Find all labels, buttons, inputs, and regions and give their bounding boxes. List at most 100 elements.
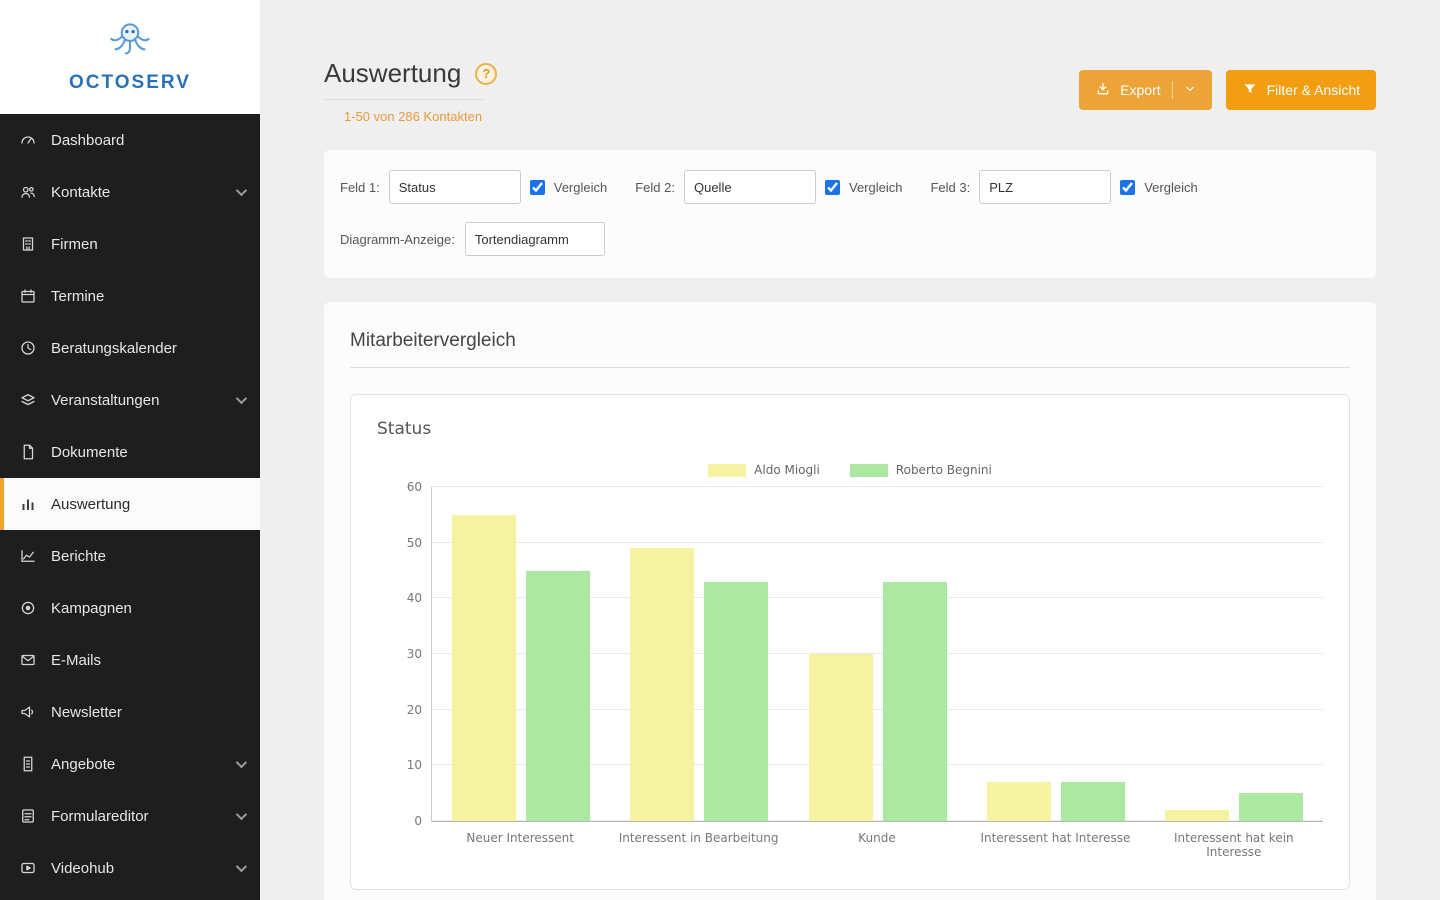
x-axis-label: Interessent hat Interesse bbox=[980, 831, 1131, 845]
chart-legend: Aldo Miogli Roberto Begnini bbox=[377, 463, 1323, 477]
y-axis-tick: 50 bbox=[406, 535, 422, 550]
logo[interactable]: OCTOSERV bbox=[0, 0, 260, 114]
bar[interactable] bbox=[1060, 782, 1125, 821]
fields-row: Feld 1: Vergleich Feld 2: Vergleich Feld… bbox=[340, 170, 1360, 204]
field-group-2: Feld 2: Vergleich bbox=[635, 170, 902, 204]
sidebar-item-label: Firmen bbox=[51, 235, 98, 253]
bar-group bbox=[788, 487, 966, 821]
sidebar-item-emails[interactable]: E-Mails bbox=[0, 634, 260, 686]
speaker-icon bbox=[18, 702, 38, 722]
field1-compare-label: Vergleich bbox=[553, 179, 608, 195]
y-axis-tick: 0 bbox=[414, 814, 422, 828]
page-header: Auswertung ? 1-50 von 286 Kontakten Expo… bbox=[324, 0, 1376, 124]
layers-icon bbox=[18, 390, 38, 410]
sidebar-item-label: Veranstaltungen bbox=[51, 391, 160, 409]
bar[interactable] bbox=[630, 548, 695, 821]
bar-group bbox=[432, 487, 610, 821]
bar[interactable] bbox=[986, 782, 1051, 821]
sidebar-item-label: Auswertung bbox=[51, 495, 131, 513]
sidebar-item-label: Dashboard bbox=[51, 131, 125, 149]
building-icon bbox=[18, 234, 38, 254]
octopus-logo-icon bbox=[102, 21, 158, 68]
field-group-1: Feld 1: Vergleich bbox=[340, 170, 607, 204]
sidebar-item-newsletter[interactable]: Newsletter bbox=[0, 686, 260, 738]
filter-view-button[interactable]: Filter & Ansicht bbox=[1225, 70, 1376, 110]
page-title: Auswertung bbox=[324, 58, 462, 88]
field3-compare-checkbox[interactable] bbox=[1120, 179, 1136, 195]
sidebar-item-label: Berichte bbox=[51, 547, 107, 565]
sidebar-item-dokumente[interactable]: Dokumente bbox=[0, 426, 260, 478]
sidebar-item-label: Angebote bbox=[51, 755, 116, 773]
sidebar-item-dashboard[interactable]: Dashboard bbox=[0, 114, 260, 166]
export-button-label: Export bbox=[1120, 82, 1161, 98]
field2-compare-checkbox[interactable] bbox=[824, 179, 840, 195]
sidebar-item-label: Kampagnen bbox=[51, 599, 132, 617]
users-icon bbox=[18, 182, 38, 202]
sidebar-item-kampagnen[interactable]: Kampagnen bbox=[0, 582, 260, 634]
bar[interactable] bbox=[1164, 809, 1229, 821]
bar[interactable] bbox=[452, 514, 517, 821]
bar[interactable] bbox=[526, 570, 591, 821]
diagram-display-input[interactable] bbox=[464, 222, 605, 256]
form-icon bbox=[18, 806, 38, 826]
calendar-icon bbox=[18, 286, 38, 306]
x-axis-labels: Neuer Interessent Interessent in Bearbeit… bbox=[431, 831, 1323, 859]
bar-group bbox=[967, 487, 1145, 821]
logo-text: OCTOSERV bbox=[69, 71, 191, 93]
sidebar-item-firmen[interactable]: Firmen bbox=[0, 218, 260, 270]
x-axis-label: Neuer Interessent bbox=[466, 831, 574, 845]
field2-input[interactable] bbox=[683, 170, 816, 204]
diagram-display-label: Diagramm-Anzeige: bbox=[340, 231, 455, 247]
field1-compare-checkbox[interactable] bbox=[529, 179, 545, 195]
field1-input[interactable] bbox=[388, 170, 521, 204]
chevron-down-icon bbox=[235, 808, 248, 821]
chart-section-title: Mitarbeitervergleich bbox=[350, 330, 1350, 368]
sidebar-item-label: Beratungskalender bbox=[51, 339, 177, 357]
legend-item: Aldo Miogli bbox=[708, 463, 820, 477]
chevron-down-icon bbox=[235, 860, 248, 873]
sidebar-item-formulareditor[interactable]: Formulareditor bbox=[0, 790, 260, 842]
filter-button-label: Filter & Ansicht bbox=[1266, 82, 1360, 98]
sidebar-item-kontakte[interactable]: Kontakte bbox=[0, 166, 260, 218]
diagram-row: Diagramm-Anzeige: bbox=[340, 222, 1360, 256]
sidebar: OCTOSERV Dashboard Kontakte Firmen Termine B… bbox=[0, 0, 260, 900]
field3-input[interactable] bbox=[979, 170, 1112, 204]
bar[interactable] bbox=[704, 581, 769, 821]
field3-compare-label: Vergleich bbox=[1144, 179, 1198, 195]
sidebar-item-label: Videohub bbox=[51, 859, 115, 877]
y-axis-tick: 40 bbox=[406, 591, 422, 606]
bar[interactable] bbox=[1238, 793, 1303, 821]
field2-label: Feld 2: bbox=[635, 179, 675, 195]
title-divider bbox=[324, 99, 484, 100]
filter-funnel-icon bbox=[1242, 81, 1258, 100]
chart-box: Status Aldo Miogli Roberto Begnini 0 10 20 3… bbox=[350, 394, 1350, 890]
export-button[interactable]: Export bbox=[1079, 70, 1212, 110]
sidebar-item-label: Dokumente bbox=[51, 443, 128, 461]
sidebar-nav: Dashboard Kontakte Firmen Termine Beratungsk… bbox=[0, 114, 260, 894]
target-icon bbox=[18, 598, 38, 618]
chart-card: Mitarbeitervergleich Status Aldo Miogli R… bbox=[324, 302, 1376, 900]
sidebar-item-berichte[interactable]: Berichte bbox=[0, 530, 260, 582]
main-content: Auswertung ? 1-50 von 286 Kontakten Expo… bbox=[260, 0, 1440, 900]
x-axis-label: Interessent hat kein Interesse bbox=[1174, 831, 1294, 859]
field-group-3: Feld 3: Vergleich bbox=[930, 170, 1198, 204]
chevron-down-icon bbox=[1184, 82, 1196, 98]
sidebar-item-auswertung[interactable]: Auswertung bbox=[0, 478, 260, 530]
bar-group bbox=[610, 487, 788, 821]
chart-title: Status bbox=[377, 419, 432, 439]
y-axis-tick: 20 bbox=[406, 702, 422, 717]
sidebar-item-label: Formulareditor bbox=[51, 807, 149, 825]
sidebar-item-veranstaltungen[interactable]: Veranstaltungen bbox=[0, 374, 260, 426]
legend-label: Aldo Miogli bbox=[754, 463, 820, 477]
sidebar-item-label: Termine bbox=[51, 287, 105, 305]
app-window: OCTOSERV Dashboard Kontakte Firmen Termine B… bbox=[0, 0, 1440, 900]
sidebar-item-videohub[interactable]: Videohub bbox=[0, 842, 260, 894]
sidebar-item-beratungskalender[interactable]: Beratungskalender bbox=[0, 322, 260, 374]
title-block: Auswertung ? 1-50 von 286 Kontakten bbox=[324, 58, 498, 124]
sidebar-item-termine[interactable]: Termine bbox=[0, 270, 260, 322]
sidebar-item-angebote[interactable]: Angebote bbox=[0, 738, 260, 790]
bar[interactable] bbox=[808, 654, 873, 821]
bar[interactable] bbox=[882, 581, 947, 821]
help-icon[interactable]: ? bbox=[475, 62, 498, 85]
y-axis-tick: 30 bbox=[406, 647, 422, 661]
